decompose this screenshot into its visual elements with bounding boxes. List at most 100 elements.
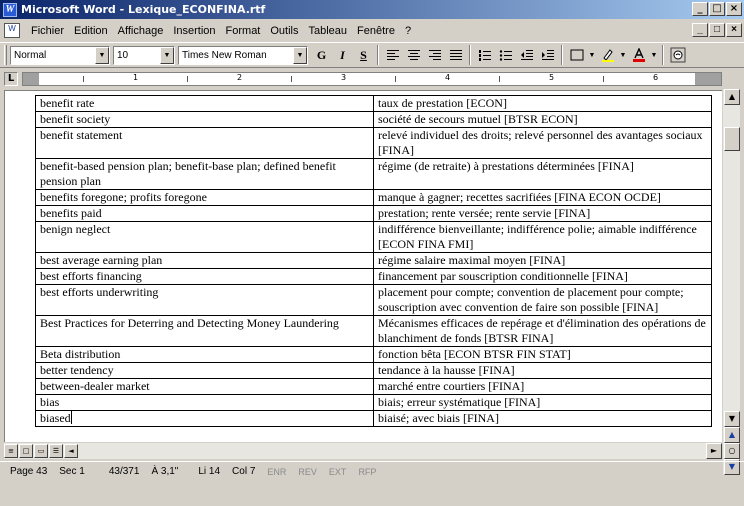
term-cell[interactable]: benefit-based pension plan; benefit-base…: [35, 158, 374, 190]
scroll-left-icon[interactable]: ◄: [64, 444, 78, 458]
table-row: best efforts financing financement par so…: [35, 268, 712, 285]
term-cell[interactable]: best efforts underwriting: [35, 284, 374, 316]
status-rfp[interactable]: RFP: [352, 467, 382, 477]
page-layout-icon[interactable]: ▭: [34, 444, 48, 458]
maximize-button[interactable]: □: [709, 2, 725, 16]
font-size-combo[interactable]: 10 ▼: [113, 45, 175, 65]
previous-page-icon[interactable]: ▲: [724, 427, 740, 443]
term-cell[interactable]: biased: [35, 410, 374, 427]
font-combo[interactable]: Times New Roman ▼: [178, 45, 308, 65]
table-row: best average earning plan régime salaire …: [35, 252, 712, 269]
scroll-right-icon[interactable]: ►: [706, 443, 722, 459]
menu-help[interactable]: ?: [400, 25, 416, 37]
translation-cell[interactable]: manque à gagner; recettes sacrifiées [FI…: [373, 189, 712, 206]
vertical-scrollbar[interactable]: ▲ ▼ ▲ ○ ▼: [722, 89, 740, 475]
normal-view-icon[interactable]: ≡: [4, 444, 18, 458]
doc-minimize-button[interactable]: _: [692, 23, 708, 37]
status-enr[interactable]: ENR: [261, 467, 292, 477]
underline-button[interactable]: S: [353, 45, 374, 65]
outline-view-icon[interactable]: ☰: [49, 444, 63, 458]
menu-fenetre[interactable]: Fenêtre: [352, 25, 400, 37]
translation-cell[interactable]: Mécanismes efficaces de repérage et d'él…: [373, 315, 712, 347]
term-cell[interactable]: bias: [35, 394, 374, 411]
doc-close-button[interactable]: ×: [726, 23, 742, 37]
toolbar-grip[interactable]: [4, 45, 7, 65]
italic-button[interactable]: I: [332, 45, 353, 65]
chevron-down-icon[interactable]: ▼: [95, 46, 109, 64]
horizontal-ruler[interactable]: 1 2 3 4 5 6: [22, 72, 722, 86]
menu-insertion[interactable]: Insertion: [168, 25, 220, 37]
assistant-icon[interactable]: [667, 45, 688, 65]
align-center-icon[interactable]: [403, 45, 424, 65]
justify-icon[interactable]: [445, 45, 466, 65]
translation-cell[interactable]: fonction bêta [ECON BTSR FIN STAT]: [373, 346, 712, 363]
term-cell[interactable]: benign neglect: [35, 221, 374, 253]
term-cell[interactable]: Best Practices for Deterring and Detecti…: [35, 315, 374, 347]
bullet-list-icon[interactable]: [495, 45, 516, 65]
tab-stop-icon[interactable]: L: [4, 72, 18, 86]
align-left-icon[interactable]: [382, 45, 403, 65]
chevron-down-icon[interactable]: ▼: [618, 45, 628, 65]
translation-cell[interactable]: placement pour compte; convention de pla…: [373, 284, 712, 316]
translation-cell[interactable]: prestation; rente versée; rente servie […: [373, 205, 712, 222]
close-button[interactable]: ×: [726, 2, 742, 16]
chevron-down-icon[interactable]: ▼: [587, 45, 597, 65]
translation-cell[interactable]: société de secours mutuel [BTSR ECON]: [373, 111, 712, 128]
horizontal-scrollbar[interactable]: ≡ □ ▭ ☰ ◄ ►: [4, 443, 722, 459]
font-color-icon[interactable]: [628, 45, 649, 65]
menu-format[interactable]: Format: [221, 25, 266, 37]
term-cell[interactable]: between-dealer market: [35, 378, 374, 395]
menu-fichier[interactable]: Fichier: [26, 25, 69, 37]
scroll-down-icon[interactable]: ▼: [724, 411, 740, 427]
menu-edition[interactable]: Edition: [69, 25, 113, 37]
term-cell[interactable]: benefits foregone; profits foregone: [35, 189, 374, 206]
translation-cell[interactable]: régime salaire maximal moyen [FINA]: [373, 252, 712, 269]
translation-cell[interactable]: biaisé; avec biais [FINA]: [373, 410, 712, 427]
numbered-list-icon[interactable]: [474, 45, 495, 65]
increase-indent-icon[interactable]: [537, 45, 558, 65]
term-cell[interactable]: benefit society: [35, 111, 374, 128]
translation-cell[interactable]: marché entre courtiers [FINA]: [373, 378, 712, 395]
term-cell[interactable]: Beta distribution: [35, 346, 374, 363]
minimize-button[interactable]: _: [692, 2, 708, 16]
translation-cell[interactable]: biais; erreur systématique [FINA]: [373, 394, 712, 411]
translation-cell[interactable]: indifférence bienveillante; indifférence…: [373, 221, 712, 253]
border-icon[interactable]: [566, 45, 587, 65]
ruler-number: 2: [237, 73, 243, 82]
term-text: biased: [40, 411, 71, 425]
chevron-down-icon[interactable]: ▼: [293, 46, 307, 64]
menu-affichage[interactable]: Affichage: [113, 25, 169, 37]
highlight-icon[interactable]: [597, 45, 618, 65]
term-cell[interactable]: best efforts financing: [35, 268, 374, 285]
menu-outils[interactable]: Outils: [265, 25, 303, 37]
align-right-icon[interactable]: [424, 45, 445, 65]
translation-cell[interactable]: relevé individuel des droits; relevé per…: [373, 127, 712, 159]
translation-text: fonction bêta [ECON BTSR FIN STAT]: [378, 347, 571, 361]
term-cell[interactable]: benefits paid: [35, 205, 374, 222]
translation-cell[interactable]: taux de prestation [ECON]: [373, 95, 712, 112]
document-area[interactable]: benefit rate taux de prestation [ECON] ben…: [4, 90, 722, 442]
scroll-up-icon[interactable]: ▲: [724, 89, 740, 105]
doc-restore-button[interactable]: □: [709, 23, 725, 37]
term-cell[interactable]: benefit rate: [35, 95, 374, 112]
decrease-indent-icon[interactable]: [516, 45, 537, 65]
menu-tableau[interactable]: Tableau: [304, 25, 353, 37]
term-cell[interactable]: better tendency: [35, 362, 374, 379]
web-layout-icon[interactable]: □: [19, 444, 33, 458]
translation-cell[interactable]: régime (de retraite) à prestations déter…: [373, 158, 712, 190]
browse-object-icon[interactable]: ○: [724, 443, 740, 459]
document-icon[interactable]: W: [4, 23, 20, 38]
bold-button[interactable]: G: [311, 45, 332, 65]
term-cell[interactable]: best average earning plan: [35, 252, 374, 269]
chevron-down-icon[interactable]: ▼: [160, 46, 174, 64]
term-cell[interactable]: benefit statement: [35, 127, 374, 159]
status-ext[interactable]: EXT: [323, 467, 353, 477]
status-rev[interactable]: REV: [292, 467, 323, 477]
style-combo[interactable]: Normal ▼: [10, 45, 110, 65]
translation-cell[interactable]: tendance à la hausse [FINA]: [373, 362, 712, 379]
scroll-thumb[interactable]: [724, 127, 740, 151]
status-position: À 3,1": [151, 466, 179, 477]
translation-cell[interactable]: financement par souscription conditionne…: [373, 268, 712, 285]
glossary-table: benefit rate taux de prestation [ECON] ben…: [35, 95, 712, 427]
chevron-down-icon[interactable]: ▼: [649, 45, 659, 65]
